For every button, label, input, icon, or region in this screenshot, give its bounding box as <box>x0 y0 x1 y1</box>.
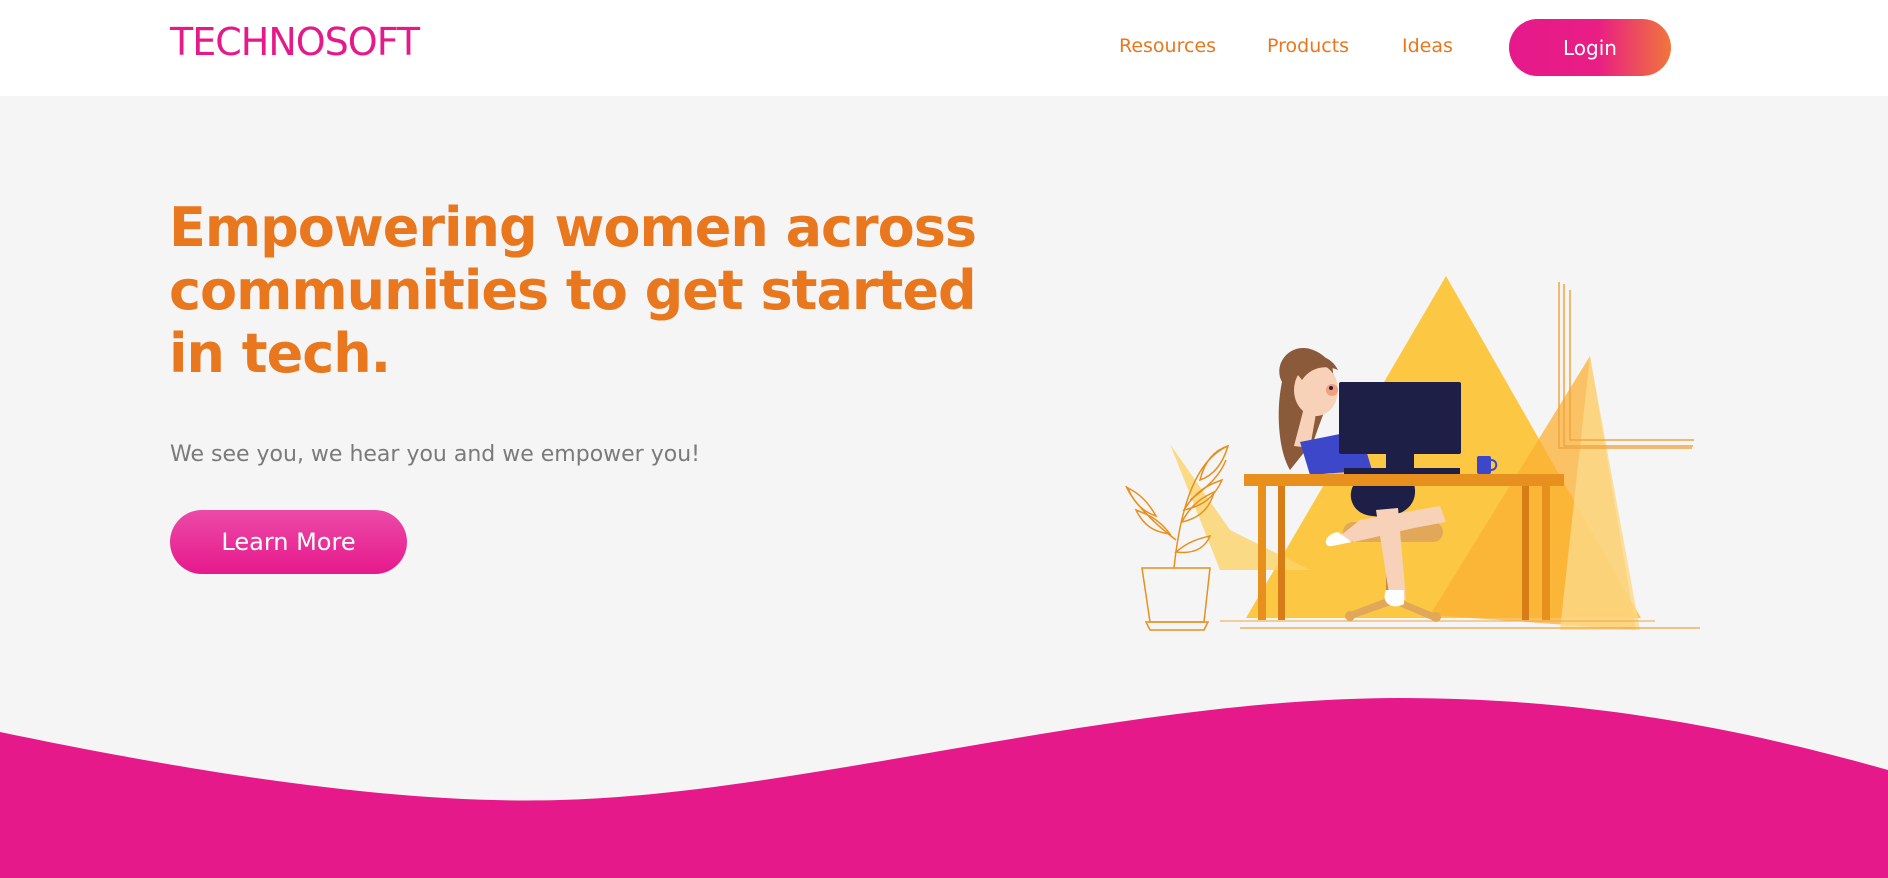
bottom-wave <box>0 698 1888 878</box>
hero-title: Empowering women across communities to g… <box>169 196 977 385</box>
learn-more-button[interactable]: Learn More <box>170 510 407 574</box>
nav-link-ideas[interactable]: Ideas <box>1402 34 1453 58</box>
landing-page: TECHNOSOFT Resources Products Ideas Logi… <box>0 0 1888 878</box>
login-button[interactable]: Login <box>1509 19 1671 76</box>
hero-subtitle: We see you, we hear you and we empower y… <box>170 442 700 467</box>
site-header: TECHNOSOFT Resources Products Ideas Logi… <box>0 0 1888 96</box>
brand-logo[interactable]: TECHNOSOFT <box>170 22 420 62</box>
nav-link-resources[interactable]: Resources <box>1119 34 1216 58</box>
nav-link-products[interactable]: Products <box>1267 34 1349 58</box>
woman-at-desk-illustration <box>1125 276 1700 631</box>
